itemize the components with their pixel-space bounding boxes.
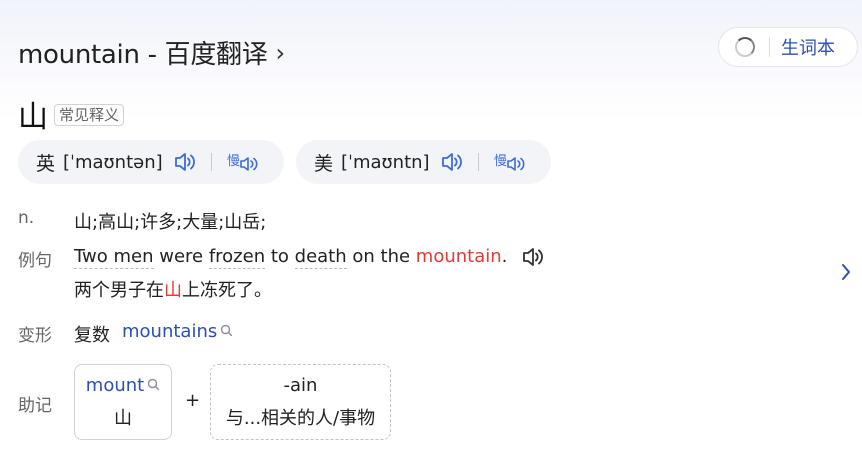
- root-word: mount: [85, 374, 145, 396]
- page-title[interactable]: mountain - 百度翻译 ›: [18, 34, 285, 71]
- plus-sign: +: [185, 390, 201, 411]
- headword: 山 常见释义: [18, 92, 125, 136]
- example-sentence-cn: 两个男子在山上冻死了。: [74, 276, 545, 302]
- example-cn-text: 两个男子在: [74, 280, 164, 301]
- example-headword: mountain: [415, 246, 502, 267]
- divider: [769, 37, 770, 57]
- vocab-book-label: 生词本: [781, 38, 835, 59]
- suffix-box: -ain 与...相关的人/事物: [210, 364, 391, 440]
- mnemonic-label: 助记: [18, 396, 52, 416]
- chevron-right-icon: ›: [275, 38, 285, 67]
- example-text: .: [501, 246, 508, 267]
- speaker-icon[interactable]: [440, 151, 464, 173]
- variant-row: 变形 复数 mountains: [18, 321, 233, 347]
- pron-lang-us: 美: [314, 152, 334, 175]
- common-meaning-tag: 常见释义: [54, 104, 125, 126]
- example-sentence-en: Two men were frozen to death on the moun…: [74, 246, 545, 269]
- slow-speaker-icon[interactable]: 慢: [226, 149, 260, 175]
- root-meaning: 山: [114, 407, 132, 429]
- pronunciation-uk: 英 [ˈmaʊntən] 慢: [18, 140, 284, 184]
- variant-word: mountains: [122, 321, 218, 342]
- ipa-uk: [ˈmaʊntən]: [63, 151, 163, 173]
- definition-row: n. 山;高山;许多;大量;山岳;: [18, 208, 266, 234]
- example-cn-text: 上冻死了。: [182, 280, 272, 301]
- svg-text:慢: 慢: [494, 153, 507, 169]
- divider: [210, 153, 212, 171]
- variant-word-link[interactable]: mountains: [122, 321, 233, 347]
- example-text: to: [265, 246, 295, 267]
- loading-spinner-icon: [735, 37, 755, 57]
- chevron-right-icon[interactable]: [840, 262, 852, 288]
- example-label: 例句: [18, 251, 52, 271]
- example-word[interactable]: frozen: [208, 246, 266, 269]
- example-text: were: [153, 246, 209, 267]
- ipa-us: [ˈmaʊntn]: [341, 151, 430, 173]
- part-of-speech: n.: [18, 208, 35, 228]
- page-title-text: mountain - 百度翻译: [18, 40, 268, 70]
- definition-text: 山;高山;许多;大量;山岳;: [74, 212, 267, 233]
- headword-char: 山: [18, 100, 48, 135]
- example-row: 例句 Two men were frozen to death on the m…: [18, 246, 545, 302]
- pron-lang-uk: 英: [36, 152, 56, 175]
- suffix: -ain: [283, 374, 318, 396]
- example-word[interactable]: death: [294, 246, 347, 269]
- variant-type: 复数: [74, 325, 110, 346]
- search-icon: [220, 321, 233, 342]
- mnemonic-row: 助记: [18, 391, 74, 416]
- root-box[interactable]: mount 山: [74, 364, 172, 440]
- suffix-meaning: 与...相关的人/事物: [225, 407, 376, 429]
- example-cn-headword: 山: [164, 280, 182, 301]
- slow-speaker-icon[interactable]: 慢: [493, 149, 527, 175]
- example-text: on the: [346, 246, 416, 267]
- svg-text:慢: 慢: [227, 153, 240, 169]
- speaker-icon[interactable]: [521, 246, 545, 268]
- divider: [477, 153, 479, 171]
- vocab-book-button[interactable]: 生词本: [718, 27, 858, 67]
- variant-label: 变形: [18, 326, 52, 346]
- search-icon: [147, 375, 160, 396]
- example-word[interactable]: Two men: [74, 246, 154, 269]
- speaker-icon[interactable]: [173, 151, 197, 173]
- pronunciation-us: 美 [ˈmaʊntn] 慢: [296, 140, 551, 184]
